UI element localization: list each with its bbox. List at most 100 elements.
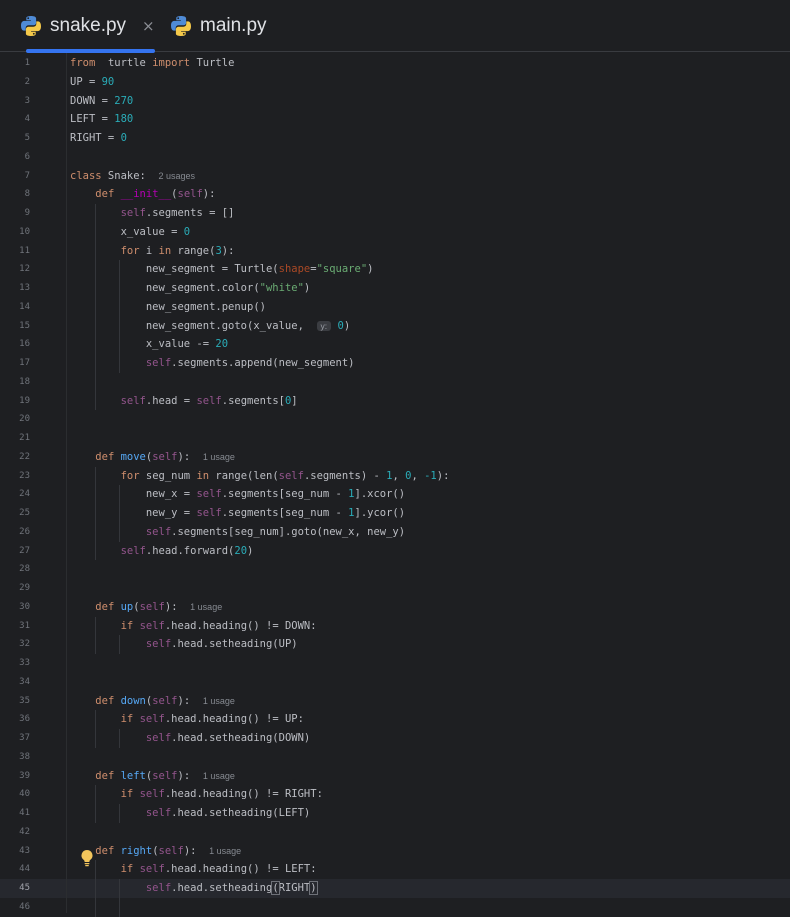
code-line[interactable]: new_y = self.segments[seg_num - 1].ycor(… — [70, 504, 405, 523]
code-token: new_x = — [70, 488, 197, 501]
code-token: new_segment.penup() — [70, 300, 266, 313]
code-line[interactable]: self.head.setheading(RIGHT) — [70, 879, 318, 898]
code-line[interactable]: from turtle import Turtle — [70, 54, 234, 73]
code-token: 180 — [114, 113, 134, 126]
code-line[interactable]: new_segment.goto(x_value, y: 0) — [70, 317, 350, 336]
code-token: .segments[seg_num].goto(new_x, new_y) — [171, 525, 406, 538]
code-token: left — [120, 769, 146, 782]
line-number: 23 — [19, 470, 30, 481]
tab-snake-py[interactable]: snake.py × — [20, 0, 155, 53]
code-token: __init__ — [120, 188, 172, 201]
code-token: self — [139, 788, 165, 801]
code-line[interactable]: x_value = 0 — [70, 223, 191, 242]
code-token: def — [95, 188, 115, 201]
code-token: 20 — [234, 544, 248, 557]
code-token: .head.setheading(DOWN) — [171, 732, 311, 744]
code-token: self — [145, 882, 172, 894]
code-token: def — [95, 450, 115, 463]
code-line[interactable]: self.head.forward(20) — [70, 542, 254, 561]
code-token: .head.forward( — [145, 544, 235, 557]
line-number: 8 — [24, 189, 30, 200]
code-line[interactable]: if self.head.heading() != LEFT: — [70, 860, 317, 879]
code-token: .head.heading() != RIGHT: — [164, 788, 323, 801]
code-token: .segments[seg_num - — [221, 488, 349, 501]
code-line[interactable]: def right(self): 1 usage — [70, 842, 241, 861]
tab-main-py[interactable]: main.py — [170, 0, 267, 52]
code-token: 0 — [183, 225, 191, 238]
code-token: self — [139, 600, 165, 613]
code-token: ): — [221, 244, 235, 257]
line-number: 44 — [19, 864, 30, 875]
usages-hint: 2 usages — [158, 170, 196, 181]
code-line[interactable]: if self.head.heading() != RIGHT: — [70, 785, 323, 804]
line-number: 16 — [19, 339, 30, 350]
code-line[interactable]: UP = 90 — [70, 73, 114, 92]
code-line[interactable]: DOWN = 270 — [70, 92, 133, 111]
code-token: ): — [177, 769, 203, 782]
code-line[interactable]: for seg_num in range(len(self.segments) … — [70, 467, 450, 486]
code-line[interactable]: for i in range(3): — [70, 242, 235, 261]
code-token: self — [145, 732, 172, 744]
line-number: 7 — [24, 170, 30, 181]
code-token: .segments) - — [303, 469, 387, 482]
line-number-gutter: 1 2 3 4 5 6 7 8 9 10 11 12 13 14 15 16 17 18 19 20 21 22 23 24 2… — [0, 53, 67, 913]
code-token: self — [196, 507, 222, 519]
line-number: 40 — [19, 789, 30, 800]
code-line[interactable]: if self.head.heading() != DOWN: — [70, 617, 317, 636]
line-number: 10 — [19, 226, 30, 237]
code-line[interactable]: new_segment = Turtle(shape="square") — [70, 260, 374, 279]
tab-label: main.py — [200, 15, 267, 36]
line-number: 29 — [19, 583, 30, 593]
code-line[interactable]: self.segments[seg_num].goto(new_x, new_y… — [70, 523, 405, 542]
code-line[interactable]: new_x = self.segments[seg_num - 1].xcor(… — [70, 485, 405, 504]
line-number: 21 — [19, 433, 30, 443]
code-token: .segments = [] — [145, 207, 235, 219]
code-token: self — [145, 357, 172, 369]
code-token: self — [120, 394, 146, 407]
code-line[interactable]: self.head = self.segments[0] — [70, 392, 298, 411]
close-tab-icon[interactable]: × — [142, 17, 155, 35]
code-token: , — [392, 469, 406, 482]
code-token: self — [145, 525, 172, 538]
code-line[interactable]: self.head.setheading(DOWN) — [70, 729, 310, 748]
code-line[interactable]: def up(self): 1 usage — [70, 598, 222, 617]
editor-tab-bar: snake.py × main.py — [0, 0, 790, 53]
code-token: seg_num — [139, 469, 197, 482]
code-line[interactable]: def __init__(self): — [70, 185, 215, 204]
usages-hint: 1 usage — [202, 770, 235, 781]
code-token: range(len( — [209, 469, 279, 482]
code-line[interactable]: self.segments.append(new_segment) — [70, 354, 355, 373]
code-token: .head.heading() != LEFT: — [164, 863, 317, 876]
code-token: self — [152, 694, 178, 707]
code-line[interactable]: LEFT = 180 — [70, 110, 133, 129]
code-line[interactable]: RIGHT = 0 — [70, 129, 127, 148]
code-line[interactable]: self.head.setheading(LEFT) — [70, 804, 310, 823]
code-editor[interactable]: 1 2 3 4 5 6 7 8 9 10 11 12 13 14 15 16 17 18 19 20 21 22 23 24 2… — [0, 53, 790, 917]
lightbulb-icon[interactable] — [80, 849, 94, 867]
code-token: .head.setheading(UP) — [171, 638, 298, 651]
code-line[interactable]: new_segment.penup() — [70, 298, 266, 317]
code-token: right — [120, 844, 153, 857]
code-line[interactable]: x_value -= 20 — [70, 335, 228, 354]
code-line[interactable]: new_segment.color("white") — [70, 279, 310, 298]
code-token: shape — [278, 263, 311, 276]
code-token: if — [120, 713, 134, 726]
code-line[interactable]: class Snake: 2 usages — [70, 167, 195, 186]
code-token: self — [139, 619, 165, 632]
code-line[interactable]: def move(self): 1 usage — [70, 448, 235, 467]
code-line[interactable]: self.head.setheading(UP) — [70, 635, 298, 654]
code-token: for — [120, 244, 140, 257]
code-line[interactable]: def down(self): 1 usage — [70, 692, 235, 711]
line-number: 2 — [24, 76, 30, 87]
code-token: 0 — [120, 132, 127, 144]
parameter-hint: y: — [316, 320, 332, 331]
code-token: RIGHT — [278, 882, 311, 894]
code-token: -1 — [424, 469, 437, 482]
code-line[interactable]: if self.head.heading() != UP: — [70, 710, 304, 729]
code-line[interactable]: def left(self): 1 usage — [70, 767, 235, 786]
line-number: 5 — [24, 133, 30, 143]
code-line[interactable]: self.segments = [] — [70, 204, 235, 223]
